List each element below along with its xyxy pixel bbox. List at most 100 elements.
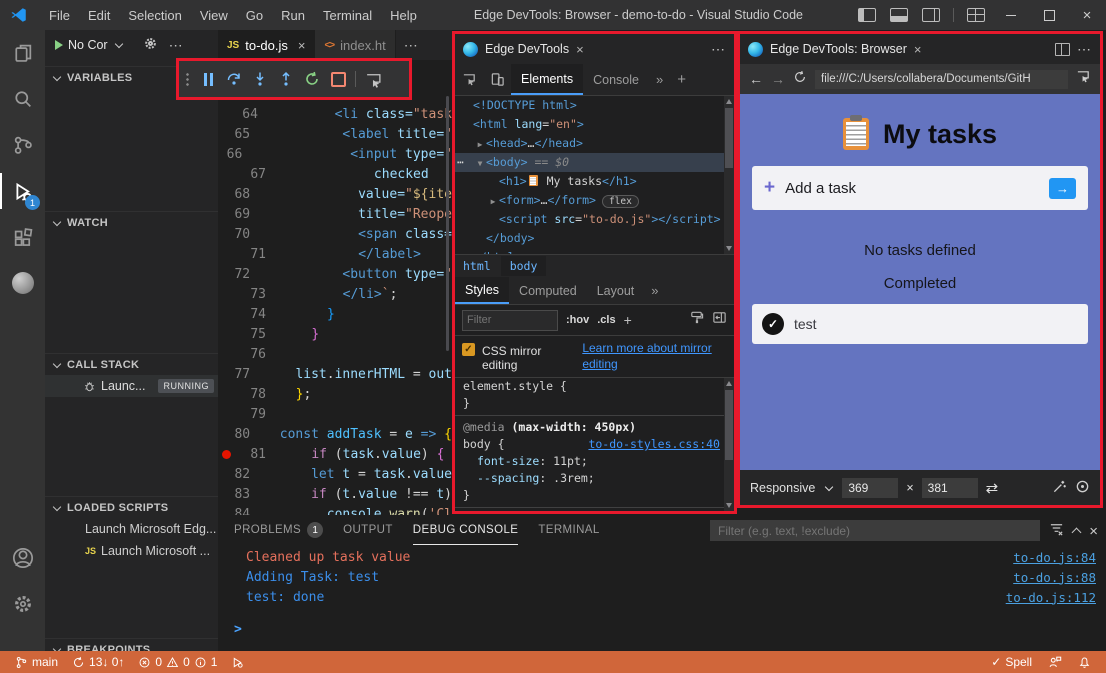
more-actions-icon[interactable]: ⋯ [711,41,726,58]
feedback-button[interactable] [1043,655,1067,669]
code-line[interactable]: 66 <input type=" [218,144,452,164]
menu-item[interactable]: File [40,4,79,27]
dom-tree-row[interactable]: <h1> My tasks</h1> [455,172,734,191]
code-line[interactable]: 82 let t = task.value [218,464,452,484]
reload-button[interactable] [793,70,807,89]
dom-tree-row[interactable]: <!DOCTYPE html> [455,96,734,115]
step-into-button[interactable] [249,67,271,91]
forward-button[interactable]: → [771,71,785,87]
add-task-form[interactable]: + Add a task → [752,166,1088,210]
sidebar-item-edge-tools[interactable] [0,260,45,306]
sidebar-item-run-debug[interactable]: 1 [0,168,45,214]
viewport-width-input[interactable] [842,478,898,498]
code-area[interactable]: 64 <li class="task65 <label title="66 <i… [218,104,452,515]
source-link[interactable]: to-do.js:88 [1013,570,1096,585]
code-line[interactable]: 71 </label> [218,244,452,264]
code-line[interactable]: 65 <label title=" [218,124,452,144]
more-tabs-icon[interactable]: » [649,64,670,95]
code-line[interactable]: 75 } [218,324,452,344]
tab-elements[interactable]: Elements [511,64,583,95]
add-task-input[interactable]: Add a task [785,180,856,197]
split-editor-icon[interactable] [1055,43,1070,56]
close-icon[interactable]: × [576,42,584,57]
styles-filter-input[interactable] [462,310,558,331]
url-input[interactable] [815,70,1068,89]
new-style-rule-icon[interactable]: + [624,312,632,328]
tab-computed[interactable]: Computed [509,277,587,304]
code-line[interactable]: 64 <li class="task [218,104,452,124]
body-rule-selector[interactable]: body { [463,436,505,453]
dom-tree-row[interactable]: <script src="to-do.js"></script> [455,210,734,229]
dom-tree-row[interactable]: <html lang="en"> [455,115,734,134]
emulate-vision-button[interactable] [1075,479,1090,497]
dom-scrollbar[interactable] [724,96,734,254]
code-line[interactable]: 83 if (t.value !== t) [218,484,452,504]
close-button[interactable]: × [1068,0,1106,30]
loaded-scripts-section-header[interactable]: LOADED SCRIPTS [45,496,218,519]
sync-indicator[interactable]: 13↓ 0↑ [67,651,129,673]
sidebar-item-source-control[interactable] [0,122,45,168]
editor-scrollbar[interactable] [446,96,449,351]
step-out-button[interactable] [275,67,297,91]
loaded-script-item[interactable]: JSLaunch Microsoft ... [45,540,218,562]
code-line[interactable]: 81 if (task.value) { [218,444,452,464]
toggle-class[interactable]: .cls [597,314,615,326]
source-link[interactable]: to-do.js:84 [1013,550,1096,565]
tab-terminal[interactable]: TERMINAL [538,515,599,545]
close-tab-icon[interactable]: × [298,38,306,53]
maximize-panel-icon[interactable] [1072,528,1082,538]
code-line[interactable]: 74 } [218,304,452,324]
toggle-sidebar-icon[interactable] [858,8,876,22]
loaded-script-item[interactable]: Launch Microsoft Edg... [45,518,218,540]
viewport-height-input[interactable] [922,478,978,498]
menu-item[interactable]: Selection [119,4,190,27]
more-actions-icon[interactable]: ⋯ [1077,41,1092,58]
code-line[interactable]: 69 title="Reope [218,204,452,224]
maximize-button[interactable] [1030,0,1068,30]
code-line[interactable]: 84 console.warn('Cl [218,504,452,515]
spell-checker-status[interactable]: ✓Spell [986,655,1037,669]
menu-item[interactable]: Go [237,4,272,27]
dom-tree-row[interactable]: </body> [455,229,734,248]
inspect-button[interactable] [455,64,483,95]
dom-tree-row[interactable]: </html> [455,248,734,254]
tab-layout[interactable]: Layout [587,277,645,304]
menu-item[interactable]: Edit [79,4,119,27]
sidebar-item-explorer[interactable] [0,30,45,76]
styles-scrollbar[interactable] [724,378,734,511]
step-over-button[interactable] [223,67,245,91]
source-link[interactable]: to-do.js:112 [1006,590,1096,605]
drag-handle-icon[interactable] [185,72,191,86]
tab-debug-console[interactable]: DEBUG CONSOLE [413,515,519,545]
code-line[interactable]: 77 list.innerHTML = out [218,364,452,384]
editor-actions-more-icon[interactable]: ⋯ [396,30,426,60]
code-line[interactable]: 73 </li>`; [218,284,452,304]
code-line[interactable]: 67 checked [218,164,452,184]
browser-tab[interactable]: Edge DevTools: Browser [770,42,907,56]
device-emulation-button[interactable] [483,64,511,95]
css-property[interactable]: --spacing: .3rem; [455,470,734,487]
tab-to-do-js[interactable]: JS to-do.js × [218,30,315,60]
toggle-panel-icon[interactable] [890,8,908,22]
settings-button[interactable] [0,581,45,627]
breadcrumb-html[interactable]: html [455,259,499,273]
customize-layout-icon[interactable] [967,8,985,22]
stylesheet-link[interactable]: to-do-styles.css:40 [588,436,720,453]
code-line[interactable]: 80 const addTask = e => { [218,424,452,444]
expand-arrow-icon[interactable]: ▼ [474,154,486,173]
menu-item[interactable]: Help [381,4,426,27]
mirror-learn-more-link[interactable]: Learn more about mirror editing [582,341,727,372]
call-stack-item[interactable]: Launc... RUNNING [45,375,218,397]
flex-badge[interactable]: flex [602,195,639,208]
filter-options-button[interactable] [1049,521,1064,541]
call-stack-section-header[interactable]: CALL STACK [45,353,218,376]
branch-indicator[interactable]: main [10,651,63,673]
tab-index-html[interactable]: <> index.ht [315,30,395,60]
screencast-button[interactable] [362,67,384,91]
debug-gear-button[interactable] [143,36,158,54]
color-format-button[interactable] [689,310,704,330]
tab-output[interactable]: OUTPUT [343,515,393,545]
task-done-checkbox[interactable]: ✓ [762,313,784,335]
tab-styles[interactable]: Styles [455,277,509,304]
menu-item[interactable]: View [191,4,237,27]
